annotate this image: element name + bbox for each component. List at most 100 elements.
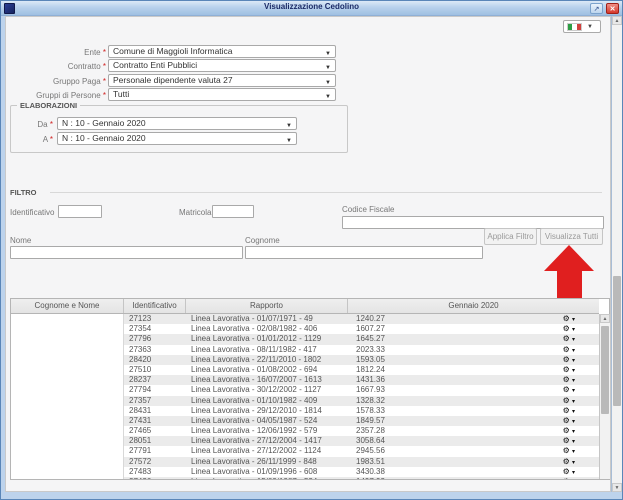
gear-icon[interactable]: ⚙ bbox=[563, 426, 570, 435]
table-row[interactable]: 27796 Linea Lavorativa - 01/01/2012 - 11… bbox=[11, 334, 599, 344]
table-row[interactable]: 27510 Linea Lavorativa - 01/08/2002 - 69… bbox=[11, 365, 599, 375]
column-header-rapporto[interactable]: Rapporto bbox=[186, 299, 348, 313]
elaborazioni-fieldset: ELABORAZIONI Da * N : 10 - Gennaio 2020▼… bbox=[10, 105, 348, 153]
cell-rapporto: Linea Lavorativa - 26/11/1999 - 848 bbox=[186, 457, 348, 467]
gear-icon[interactable]: ⚙ bbox=[563, 375, 570, 384]
filtro-heading: FILTRO bbox=[10, 188, 37, 197]
cell-cognome-e-nome bbox=[11, 375, 124, 385]
table-row[interactable]: 27465 Linea Lavorativa - 12/06/1992 - 57… bbox=[11, 426, 599, 436]
gear-icon[interactable]: ⚙ bbox=[563, 385, 570, 394]
column-header-gennaio-2020[interactable]: Gennaio 2020 bbox=[348, 299, 599, 313]
nome-input[interactable] bbox=[10, 246, 243, 259]
cell-rapporto: Linea Lavorativa - 15/09/1987 - 534 bbox=[186, 477, 348, 479]
cell-rapporto: Linea Lavorativa - 27/12/2004 - 1417 bbox=[186, 436, 348, 446]
table-scrollbar[interactable]: ▲ bbox=[599, 314, 610, 479]
contratto-select[interactable]: Contratto Enti Pubblici▼ bbox=[108, 59, 336, 72]
ente-select[interactable]: Comune di Maggioli Informatica▼ bbox=[108, 45, 336, 58]
gear-icon[interactable]: ⚙ bbox=[563, 467, 570, 476]
cell-cognome-e-nome bbox=[11, 314, 124, 324]
scroll-up-icon[interactable]: ▲ bbox=[612, 16, 622, 25]
scroll-up-icon[interactable]: ▲ bbox=[600, 314, 610, 323]
table-row[interactable]: 27791 Linea Lavorativa - 27/12/2002 - 11… bbox=[11, 446, 599, 456]
cell-cognome-e-nome bbox=[11, 324, 124, 334]
cell-cognome-e-nome bbox=[11, 385, 124, 395]
table-row[interactable]: 27354 Linea Lavorativa - 02/08/1982 - 40… bbox=[11, 324, 599, 334]
amount-value: 1849.57 bbox=[356, 416, 385, 425]
scroll-down-icon[interactable]: ▼ bbox=[612, 483, 622, 492]
gear-icon[interactable]: ⚙ bbox=[563, 334, 570, 343]
table-row[interactable]: 27483 Linea Lavorativa - 01/09/1996 - 60… bbox=[11, 467, 599, 477]
gear-icon[interactable]: ⚙ bbox=[563, 406, 570, 415]
table-row[interactable]: 27123 Linea Lavorativa - 01/07/1971 - 49… bbox=[11, 314, 599, 324]
cell-rapporto: Linea Lavorativa - 02/08/1982 - 406 bbox=[186, 324, 348, 334]
cell-identificativo: 27426 bbox=[124, 477, 186, 479]
table-row[interactable]: 28051 Linea Lavorativa - 27/12/2004 - 14… bbox=[11, 436, 599, 446]
window-scrollbar-thumb[interactable] bbox=[613, 276, 621, 406]
gruppo-paga-label: Gruppo Paga * bbox=[6, 77, 106, 86]
gear-icon[interactable]: ⚙ bbox=[563, 365, 570, 374]
cell-gennaio-2020: 1431.36 ⚙ ▾ bbox=[348, 375, 599, 385]
gear-icon[interactable]: ⚙ bbox=[563, 477, 570, 479]
applica-filtro-button[interactable]: Applica Filtro bbox=[484, 228, 537, 245]
table-row[interactable]: 27426 Linea Lavorativa - 15/09/1987 - 53… bbox=[11, 477, 599, 479]
cell-gennaio-2020: 1983.51 ⚙ ▾ bbox=[348, 457, 599, 467]
row-actions-menu[interactable]: ⚙ ▾ bbox=[563, 477, 575, 479]
table-row[interactable]: 27794 Linea Lavorativa - 30/12/2002 - 11… bbox=[11, 385, 599, 395]
gear-icon[interactable]: ⚙ bbox=[563, 416, 570, 425]
cell-cognome-e-nome bbox=[11, 436, 124, 446]
gear-icon[interactable]: ⚙ bbox=[563, 446, 570, 455]
cell-identificativo: 27794 bbox=[124, 385, 186, 395]
elaborazione-da-select[interactable]: N : 10 - Gennaio 2020▼ bbox=[57, 117, 297, 130]
table-row[interactable]: 28237 Linea Lavorativa - 16/07/2007 - 16… bbox=[11, 375, 599, 385]
table-row[interactable]: 27363 Linea Lavorativa - 08/11/1982 - 41… bbox=[11, 345, 599, 355]
cell-gennaio-2020: 2023.33 ⚙ ▾ bbox=[348, 345, 599, 355]
cognome-input[interactable] bbox=[245, 246, 483, 259]
column-header-identificativo[interactable]: Identificativo bbox=[124, 299, 186, 313]
chevron-down-icon: ▼ bbox=[325, 49, 331, 58]
gear-icon[interactable]: ⚙ bbox=[563, 457, 570, 466]
title-bar[interactable]: Visualizzazione Cedolino ↗ ✕ bbox=[1, 1, 622, 16]
cell-cognome-e-nome bbox=[11, 467, 124, 477]
table-row[interactable]: 28431 Linea Lavorativa - 29/12/2010 - 18… bbox=[11, 406, 599, 416]
amount-value: 1607.27 bbox=[356, 324, 385, 333]
cell-cognome-e-nome bbox=[11, 355, 124, 365]
chevron-down-icon: ▼ bbox=[286, 136, 292, 145]
cell-rapporto: Linea Lavorativa - 22/11/2010 - 1802 bbox=[186, 355, 348, 365]
cell-cognome-e-nome bbox=[11, 426, 124, 436]
amount-value: 1983.51 bbox=[356, 457, 385, 466]
gear-icon[interactable]: ⚙ bbox=[563, 345, 570, 354]
table-scrollbar-thumb[interactable] bbox=[601, 326, 609, 414]
cell-identificativo: 27791 bbox=[124, 446, 186, 456]
cell-identificativo: 27796 bbox=[124, 334, 186, 344]
window-scrollbar[interactable]: ▲ ▼ bbox=[611, 16, 622, 492]
table-row[interactable]: 27572 Linea Lavorativa - 26/11/1999 - 84… bbox=[11, 457, 599, 467]
cell-identificativo: 27123 bbox=[124, 314, 186, 324]
gear-icon[interactable]: ⚙ bbox=[563, 324, 570, 333]
gear-icon[interactable]: ⚙ bbox=[563, 314, 570, 323]
restore-window-button[interactable]: ↗ bbox=[590, 3, 603, 14]
cognome-label: Cognome bbox=[245, 236, 280, 245]
gear-icon[interactable]: ⚙ bbox=[563, 396, 570, 405]
chevron-down-icon: ▾ bbox=[572, 399, 575, 405]
gruppi-di-persone-select[interactable]: Tutti▼ bbox=[108, 88, 336, 101]
table-row[interactable]: 27431 Linea Lavorativa - 04/05/1987 - 52… bbox=[11, 416, 599, 426]
gear-icon[interactable]: ⚙ bbox=[563, 436, 570, 445]
visualizza-tutti-button[interactable]: Visualizza Tutti bbox=[540, 228, 603, 245]
cell-identificativo: 27465 bbox=[124, 426, 186, 436]
elaborazione-a-select[interactable]: N : 10 - Gennaio 2020▼ bbox=[57, 132, 297, 145]
table-row[interactable]: 28420 Linea Lavorativa - 22/11/2010 - 18… bbox=[11, 355, 599, 365]
table-row[interactable]: 27357 Linea Lavorativa - 01/10/1982 - 40… bbox=[11, 396, 599, 406]
close-window-button[interactable]: ✕ bbox=[606, 3, 619, 14]
language-select[interactable]: ▼ bbox=[563, 20, 601, 33]
gruppo-paga-select[interactable]: Personale dipendente valuta 27▼ bbox=[108, 74, 336, 87]
cell-gennaio-2020: 2357.28 ⚙ ▾ bbox=[348, 426, 599, 436]
cell-gennaio-2020: 1607.27 ⚙ ▾ bbox=[348, 324, 599, 334]
identificativo-input[interactable] bbox=[58, 205, 102, 218]
column-header-cognome-e-nome[interactable]: Cognome e Nome bbox=[11, 299, 124, 313]
matricola-input[interactable] bbox=[212, 205, 254, 218]
cell-cognome-e-nome bbox=[11, 396, 124, 406]
chevron-down-icon: ▾ bbox=[572, 327, 575, 333]
gear-icon[interactable]: ⚙ bbox=[563, 355, 570, 364]
amount-value: 1240.27 bbox=[356, 314, 385, 323]
chevron-down-icon: ▾ bbox=[572, 419, 575, 425]
